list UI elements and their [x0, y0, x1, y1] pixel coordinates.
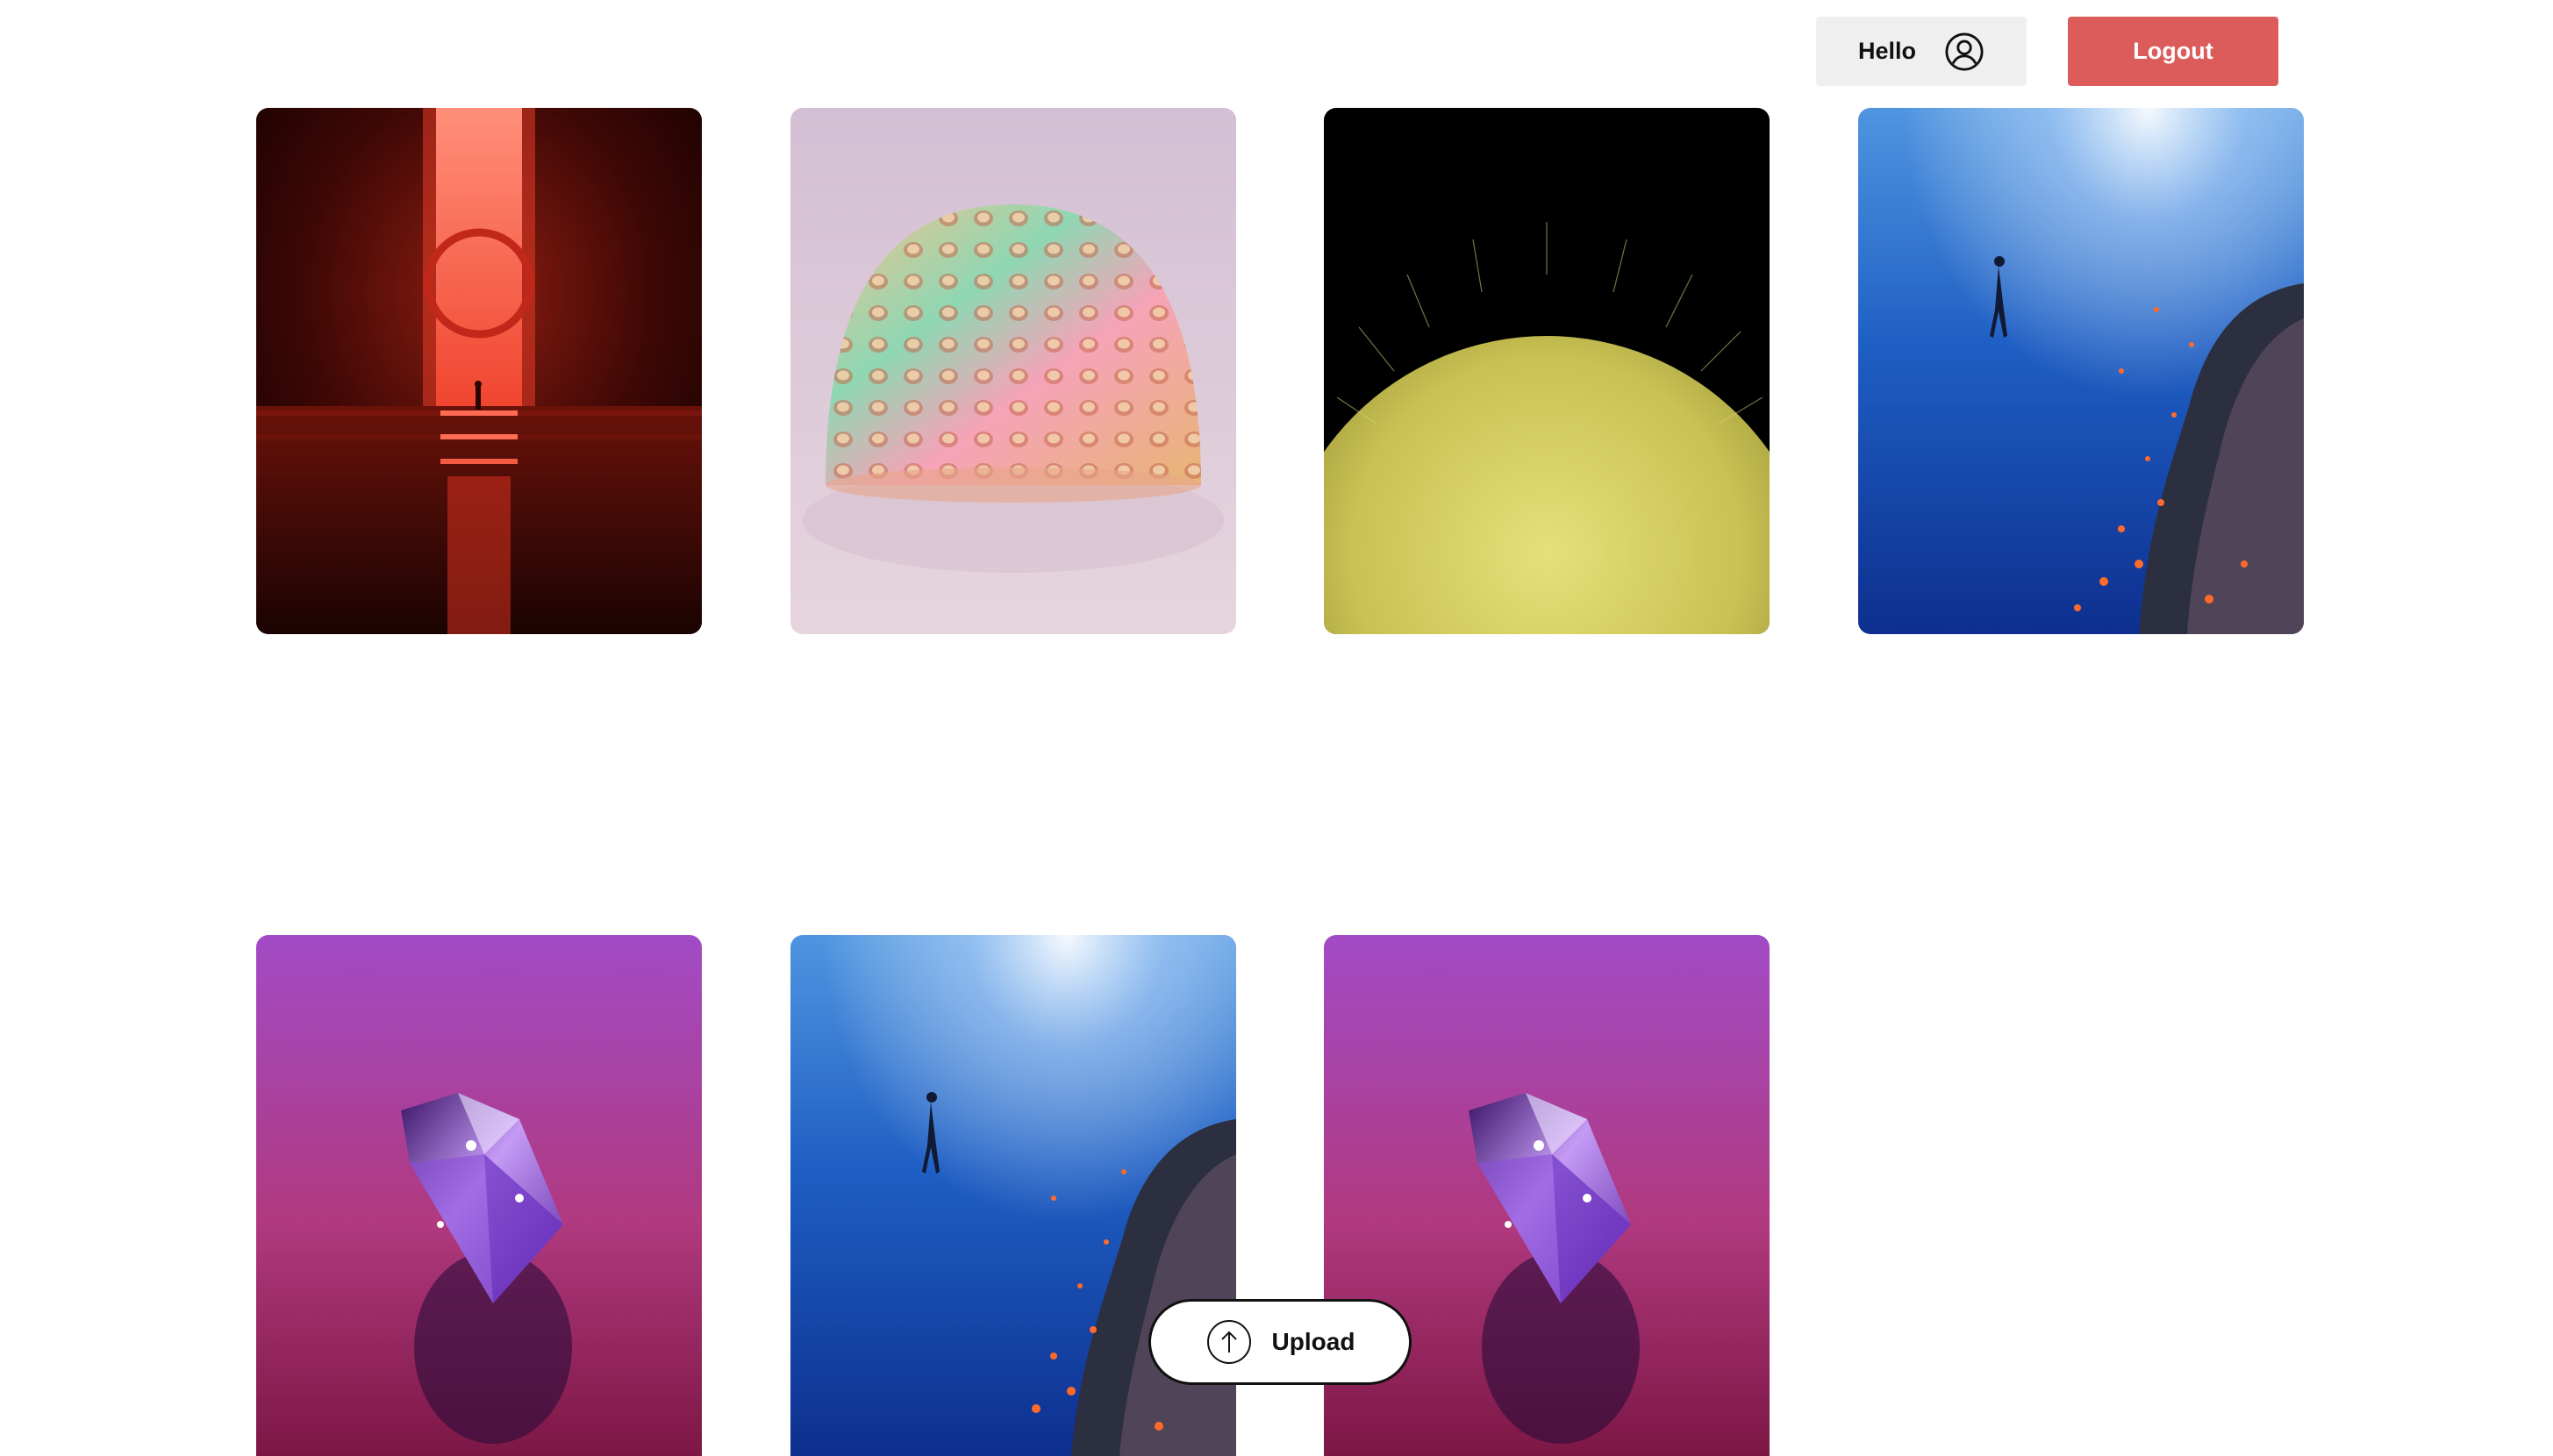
red-portal-image: [256, 108, 702, 634]
yellow-fur-sphere-image: [1324, 108, 1770, 634]
gallery-item-underwater-diver[interactable]: [1858, 108, 2304, 634]
purple-diamond-image: [256, 935, 702, 1456]
gallery-item-yellow-fur-sphere[interactable]: [1324, 108, 1770, 634]
greeting-label: Hello: [1857, 38, 1916, 64]
gallery-page: Hello Logout Upload: [0, 0, 2553, 1456]
arrow-up-circle-icon: [1206, 1320, 1251, 1364]
user-circle-icon: [1945, 32, 1984, 71]
gallery-item-red-portal[interactable]: [256, 108, 702, 634]
logout-button[interactable]: Logout: [2068, 17, 2278, 86]
underwater-diver-image: [1858, 108, 2304, 634]
gallery-item-purple-diamond[interactable]: [256, 935, 702, 1456]
upload-label: Upload: [1271, 1328, 1355, 1355]
user-greeting-button[interactable]: Hello: [1816, 17, 2027, 86]
iridescent-dome-image: [790, 108, 1236, 634]
upload-button[interactable]: Upload: [1148, 1299, 1412, 1385]
gallery-item-iridescent-dome[interactable]: [790, 108, 1236, 634]
